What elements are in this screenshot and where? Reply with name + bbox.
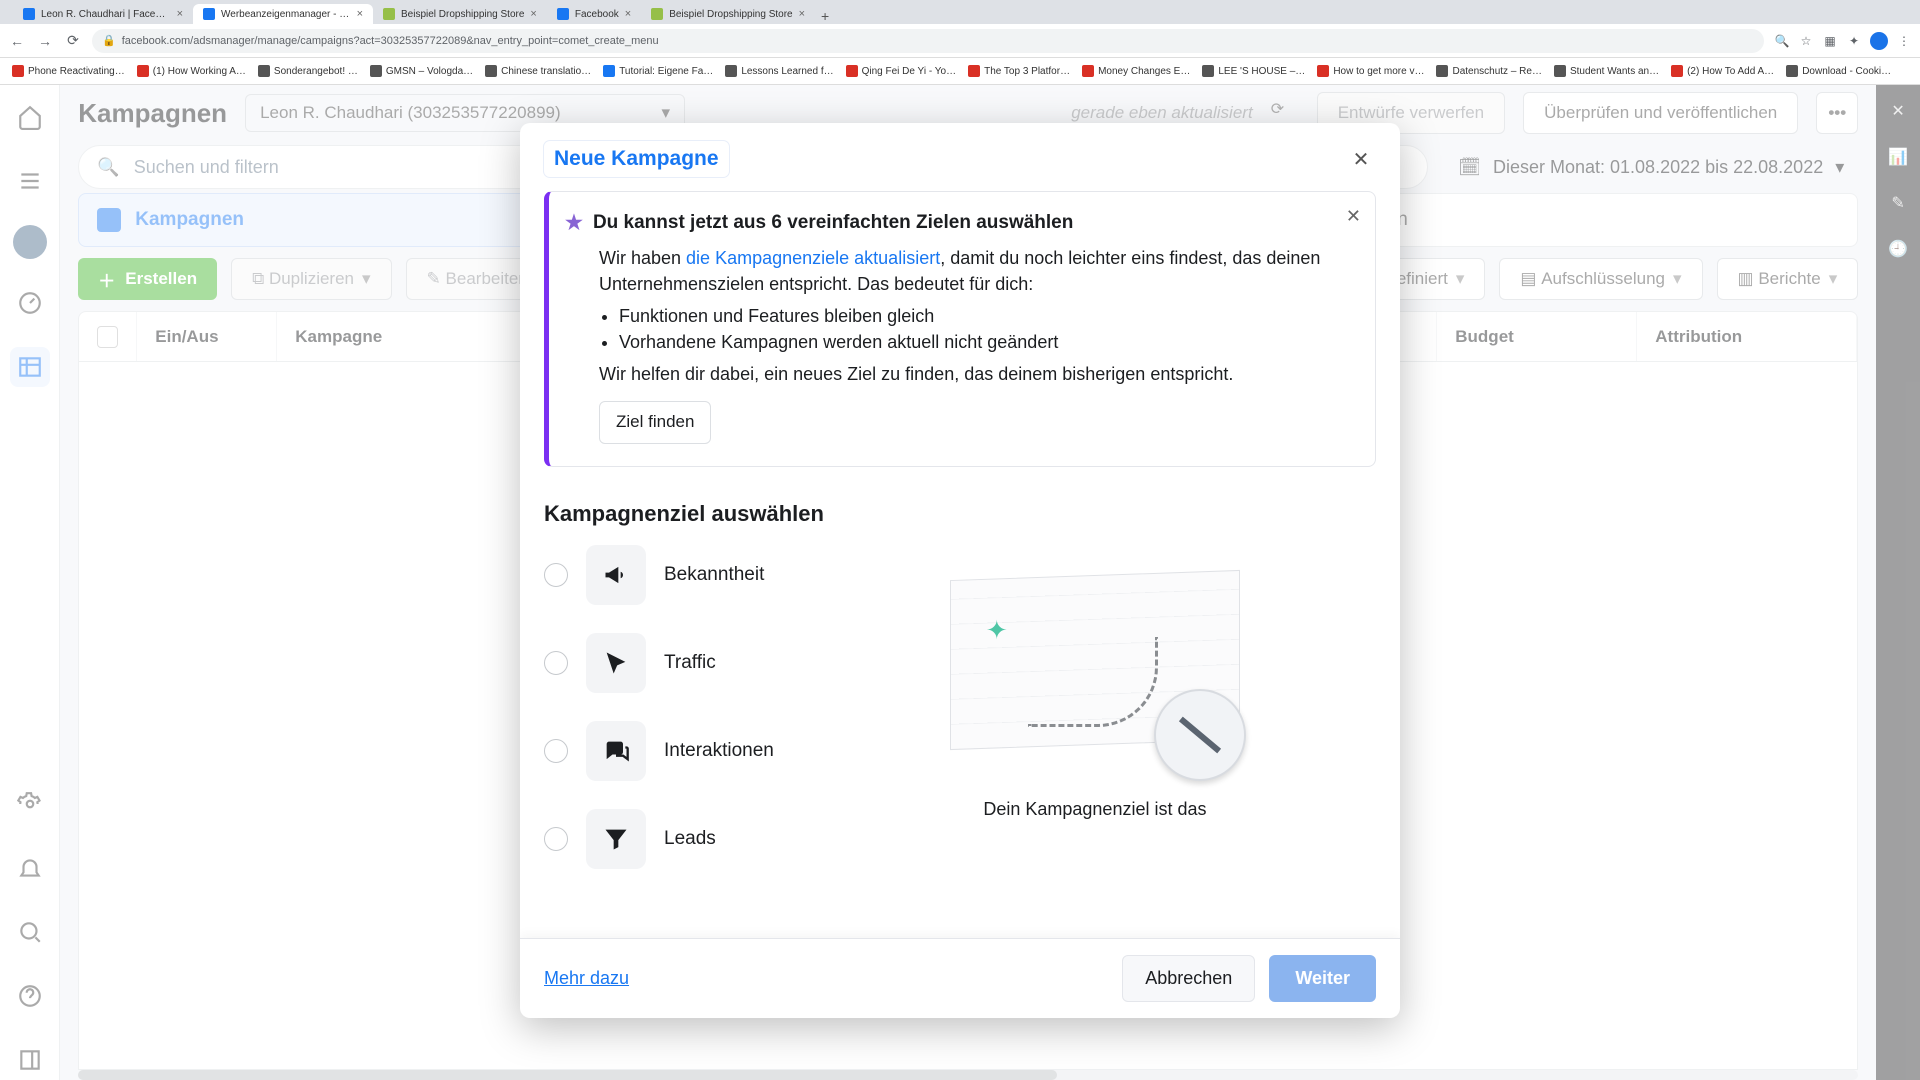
- objective-awareness[interactable]: Bekanntheit: [544, 545, 774, 605]
- radio-icon[interactable]: [544, 651, 568, 675]
- puzzle-icon[interactable]: ✦: [1846, 33, 1862, 49]
- back-button[interactable]: ←: [8, 33, 26, 49]
- url-field[interactable]: 🔒 facebook.com/adsmanager/manage/campaig…: [92, 29, 1764, 53]
- tab-strip: Leon R. Chaudhari | Facebook× Werbeanzei…: [0, 0, 1920, 24]
- browser-tab[interactable]: Werbeanzeigenmanager - We×: [193, 4, 373, 24]
- bookmark[interactable]: (1) How Working A…: [133, 65, 250, 77]
- bookmark[interactable]: GMSN – Vologda…: [366, 65, 477, 77]
- learn-more-link[interactable]: Mehr dazu: [544, 968, 629, 989]
- objective-engagement[interactable]: Interaktionen: [544, 721, 774, 781]
- bookmark[interactable]: Lessons Learned f…: [721, 65, 837, 77]
- objective-illustration: ✦ Dein Kampagnenziel ist das: [814, 545, 1376, 869]
- extension-icon[interactable]: ▦: [1822, 33, 1838, 49]
- reload-button[interactable]: ⟳: [64, 32, 82, 49]
- bookmark[interactable]: How to get more v…: [1313, 65, 1428, 77]
- new-campaign-modal: Neue Kampagne ✕ ✕ ★ Du kannst jetzt aus …: [520, 123, 1400, 1018]
- modal-header: Neue Kampagne ✕: [520, 123, 1400, 185]
- close-icon[interactable]: ×: [357, 8, 363, 20]
- bookmark[interactable]: Money Changes E…: [1078, 65, 1194, 77]
- notice-close-button[interactable]: ✕: [1346, 206, 1361, 227]
- close-icon[interactable]: ×: [530, 8, 536, 20]
- notice-heading: Du kannst jetzt aus 6 vereinfachten Ziel…: [593, 212, 1073, 234]
- browser-chrome: Leon R. Chaudhari | Facebook× Werbeanzei…: [0, 0, 1920, 85]
- notice-body: Wir haben die Kampagnenziele aktualisier…: [565, 245, 1353, 444]
- bookmark[interactable]: (2) How To Add A…: [1667, 65, 1778, 77]
- bookmark[interactable]: Chinese translatio…: [481, 65, 595, 77]
- address-bar: ← → ⟳ 🔒 facebook.com/adsmanager/manage/c…: [0, 24, 1920, 58]
- find-objective-button[interactable]: Ziel finden: [599, 401, 711, 444]
- chat-icon: [586, 721, 646, 781]
- bookmark[interactable]: Download - Cooki…: [1782, 65, 1895, 77]
- radio-icon[interactable]: [544, 827, 568, 851]
- star-icon[interactable]: ☆: [1798, 33, 1814, 49]
- bookmark[interactable]: Phone Reactivating…: [8, 65, 129, 77]
- lock-icon: 🔒: [102, 34, 116, 47]
- bookmarks-bar: Phone Reactivating… (1) How Working A… S…: [0, 58, 1920, 85]
- compass-icon: [1154, 689, 1246, 781]
- sparkle-icon: ✦: [986, 615, 1008, 646]
- bookmark[interactable]: Sonderangebot! …: [254, 65, 362, 77]
- radio-icon[interactable]: [544, 739, 568, 763]
- forward-button[interactable]: →: [36, 33, 54, 49]
- modal-backdrop: Neue Kampagne ✕ ✕ ★ Du kannst jetzt aus …: [0, 85, 1920, 1080]
- objective-caption: Dein Kampagnenziel ist das: [983, 799, 1206, 820]
- browser-tab[interactable]: Leon R. Chaudhari | Facebook×: [13, 4, 193, 24]
- cancel-button[interactable]: Abbrechen: [1122, 955, 1255, 1002]
- bookmark[interactable]: Qing Fei De Yi - Yo…: [842, 65, 961, 77]
- browser-tab[interactable]: Beispiel Dropshipping Store×: [641, 4, 815, 24]
- objectives-notice: ✕ ★ Du kannst jetzt aus 6 vereinfachten …: [544, 191, 1376, 467]
- next-button[interactable]: Weiter: [1269, 955, 1376, 1002]
- bookmark[interactable]: Datenschutz – Re…: [1432, 65, 1546, 77]
- close-icon[interactable]: ×: [799, 8, 805, 20]
- close-icon[interactable]: ×: [625, 8, 631, 20]
- objectives-section: Bekanntheit Traffic Interaktionen: [544, 545, 1376, 869]
- objective-leads[interactable]: Leads: [544, 809, 774, 869]
- profile-avatar[interactable]: [1870, 32, 1888, 50]
- close-icon[interactable]: ×: [177, 8, 183, 20]
- new-tab-button[interactable]: +: [815, 8, 835, 24]
- objective-list: Bekanntheit Traffic Interaktionen: [544, 545, 774, 869]
- objective-traffic[interactable]: Traffic: [544, 633, 774, 693]
- url-text: facebook.com/adsmanager/manage/campaigns…: [122, 35, 659, 47]
- browser-tab[interactable]: Facebook×: [547, 4, 641, 24]
- modal-title: Neue Kampagne: [544, 141, 729, 177]
- objective-heading: Kampagnenziel auswählen: [544, 501, 1376, 527]
- objectives-update-link[interactable]: die Kampagnenziele aktualisiert: [686, 248, 940, 268]
- bookmark[interactable]: Student Wants an…: [1550, 65, 1663, 77]
- star-icon: ★: [565, 210, 583, 235]
- browser-tab[interactable]: Beispiel Dropshipping Store×: [373, 4, 547, 24]
- funnel-icon: [586, 809, 646, 869]
- radio-icon[interactable]: [544, 563, 568, 587]
- modal-footer: Mehr dazu Abbrechen Weiter: [520, 938, 1400, 1018]
- bookmark[interactable]: The Top 3 Platfor…: [964, 65, 1074, 77]
- megaphone-icon: [586, 545, 646, 605]
- menu-icon[interactable]: ⋮: [1896, 33, 1912, 49]
- modal-close-button[interactable]: ✕: [1346, 144, 1376, 174]
- ads-manager-app: Kampagnen Leon R. Chaudhari (30325357722…: [0, 85, 1920, 1080]
- zoom-icon[interactable]: 🔍: [1774, 33, 1790, 49]
- modal-body: ✕ ★ Du kannst jetzt aus 6 vereinfachten …: [520, 185, 1400, 938]
- cursor-icon: [586, 633, 646, 693]
- bookmark[interactable]: Tutorial: Eigene Fa…: [599, 65, 717, 77]
- bookmark[interactable]: LEE 'S HOUSE –…: [1198, 65, 1309, 77]
